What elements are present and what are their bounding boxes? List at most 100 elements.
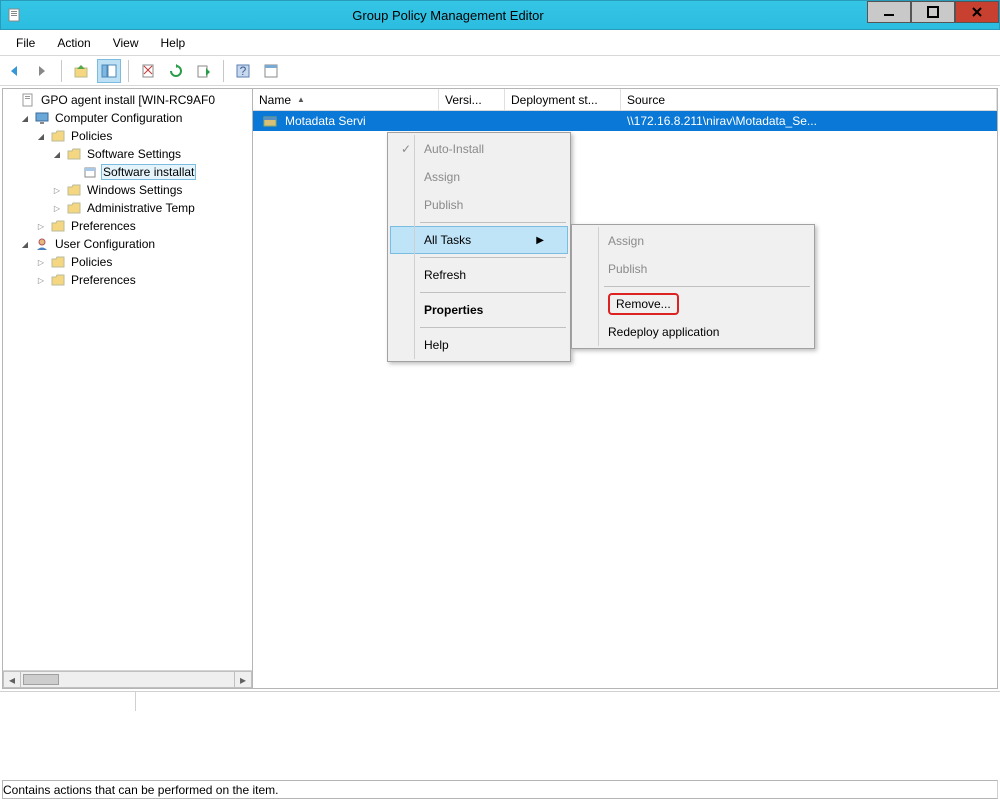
context-refresh[interactable]: Refresh <box>390 261 568 289</box>
statusbar: Contains actions that can be performed o… <box>0 691 1000 711</box>
scroll-thumb[interactable] <box>23 674 59 685</box>
cell-text: Motadata Servi <box>285 114 366 128</box>
tree-label: Administrative Temp <box>85 201 197 215</box>
folder-icon <box>66 200 82 216</box>
column-source[interactable]: Source <box>621 89 997 110</box>
context-label: Help <box>418 338 544 352</box>
context-separator <box>420 292 566 293</box>
menu-view[interactable]: View <box>103 33 149 53</box>
folder-icon <box>66 182 82 198</box>
context-help[interactable]: Help <box>390 331 568 359</box>
context-label: Publish <box>602 262 788 276</box>
toolbar-separator <box>128 60 129 82</box>
tree-user-config[interactable]: User Configuration <box>3 235 252 253</box>
up-button[interactable] <box>69 59 93 83</box>
context-menu: ✓ Auto-Install Assign Publish All Tasks▶… <box>387 132 571 362</box>
tree-computer-config[interactable]: Computer Configuration <box>3 109 252 127</box>
context-separator <box>420 327 566 328</box>
tree-user-preferences[interactable]: Preferences <box>3 271 252 289</box>
submenu-arrow-icon: ▶ <box>536 235 544 246</box>
tree-label: User Configuration <box>53 237 157 251</box>
context-separator <box>604 286 810 287</box>
titlebar: Group Policy Management Editor <box>0 0 1000 30</box>
properties-button[interactable] <box>259 59 283 83</box>
tree-pane: GPO agent install [WIN-RC9AF0 Computer C… <box>3 89 253 688</box>
column-name[interactable]: Name▲ <box>253 89 439 110</box>
context-menu-gutter <box>414 135 415 359</box>
scroll-track[interactable] <box>21 671 234 688</box>
context-label: Auto-Install <box>418 142 544 156</box>
context-all-tasks[interactable]: All Tasks▶ <box>390 226 568 254</box>
list-row[interactable]: Motadata Servi \\172.16.8.211\nirav\Mota… <box>253 111 997 131</box>
tree-label: GPO agent install [WIN-RC9AF0 <box>39 93 217 107</box>
context-assign[interactable]: Assign <box>390 163 568 191</box>
context-sub-assign[interactable]: Assign <box>574 227 812 255</box>
column-version[interactable]: Versi... <box>439 89 505 110</box>
cell-source: \\172.16.8.211\nirav\Motadata_Se... <box>621 114 997 128</box>
folder-icon <box>50 218 66 234</box>
tree-user-policies[interactable]: Policies <box>3 253 252 271</box>
minimize-button[interactable] <box>867 1 911 23</box>
refresh-button[interactable] <box>164 59 188 83</box>
context-label: Refresh <box>418 268 544 282</box>
tree-software-installation[interactable]: Software installat <box>3 163 252 181</box>
context-properties[interactable]: Properties <box>390 296 568 324</box>
scroll-left-button[interactable]: ◂ <box>3 671 21 688</box>
tree-horizontal-scrollbar[interactable]: ◂ ▸ <box>3 670 252 688</box>
cell-name: Motadata Servi <box>253 113 439 129</box>
delete-button[interactable] <box>136 59 160 83</box>
window-title: Group Policy Management Editor <box>29 8 867 23</box>
folder-icon <box>50 254 66 270</box>
context-label: Assign <box>418 170 544 184</box>
scroll-icon <box>20 92 36 108</box>
context-sub-publish[interactable]: Publish <box>574 255 812 283</box>
window-controls <box>867 1 999 29</box>
context-label: All Tasks <box>418 233 536 247</box>
status-text: Contains actions that can be performed o… <box>2 780 998 799</box>
installer-icon <box>82 164 98 180</box>
tree-root[interactable]: GPO agent install [WIN-RC9AF0 <box>3 91 252 109</box>
status-segment <box>6 692 136 711</box>
context-separator <box>420 222 566 223</box>
tree[interactable]: GPO agent install [WIN-RC9AF0 Computer C… <box>3 89 252 670</box>
back-button[interactable] <box>2 59 26 83</box>
context-sub-remove[interactable]: Remove... <box>574 290 812 318</box>
tree-label: Preferences <box>69 273 138 287</box>
context-separator <box>420 257 566 258</box>
context-publish[interactable]: Publish <box>390 191 568 219</box>
folder-open-icon <box>50 128 66 144</box>
scroll-right-button[interactable]: ▸ <box>234 671 252 688</box>
close-button[interactable] <box>955 1 999 23</box>
tree-label: Software installat <box>101 164 196 180</box>
tree-policies[interactable]: Policies <box>3 127 252 145</box>
context-auto-install[interactable]: ✓ Auto-Install <box>390 135 568 163</box>
remove-highlight: Remove... <box>608 293 679 315</box>
show-hide-tree-button[interactable] <box>97 59 121 83</box>
tree-label: Computer Configuration <box>53 111 184 125</box>
context-label: Properties <box>418 303 544 317</box>
tree-windows-settings[interactable]: Windows Settings <box>3 181 252 199</box>
list-pane: Name▲ Versi... Deployment st... Source M… <box>253 89 997 688</box>
package-icon <box>262 113 278 129</box>
context-submenu: Assign Publish Remove... Redeploy applic… <box>571 224 815 349</box>
menu-action[interactable]: Action <box>47 33 100 53</box>
list-header: Name▲ Versi... Deployment st... Source <box>253 89 997 111</box>
context-sub-redeploy[interactable]: Redeploy application <box>574 318 812 346</box>
tree-label: Policies <box>69 255 114 269</box>
export-button[interactable] <box>192 59 216 83</box>
maximize-button[interactable] <box>911 1 955 23</box>
svg-text:?: ? <box>240 64 247 78</box>
folder-open-icon <box>66 146 82 162</box>
context-menu-gutter <box>598 227 599 346</box>
tree-label: Preferences <box>69 219 138 233</box>
menu-help[interactable]: Help <box>151 33 196 53</box>
menu-file[interactable]: File <box>6 33 45 53</box>
tree-preferences[interactable]: Preferences <box>3 217 252 235</box>
tree-admin-templates[interactable]: Administrative Temp <box>3 199 252 217</box>
column-label: Name <box>259 93 291 107</box>
tree-software-settings[interactable]: Software Settings <box>3 145 252 163</box>
help-button[interactable]: ? <box>231 59 255 83</box>
tree-label: Software Settings <box>85 147 183 161</box>
forward-button[interactable] <box>30 59 54 83</box>
column-deployment[interactable]: Deployment st... <box>505 89 621 110</box>
